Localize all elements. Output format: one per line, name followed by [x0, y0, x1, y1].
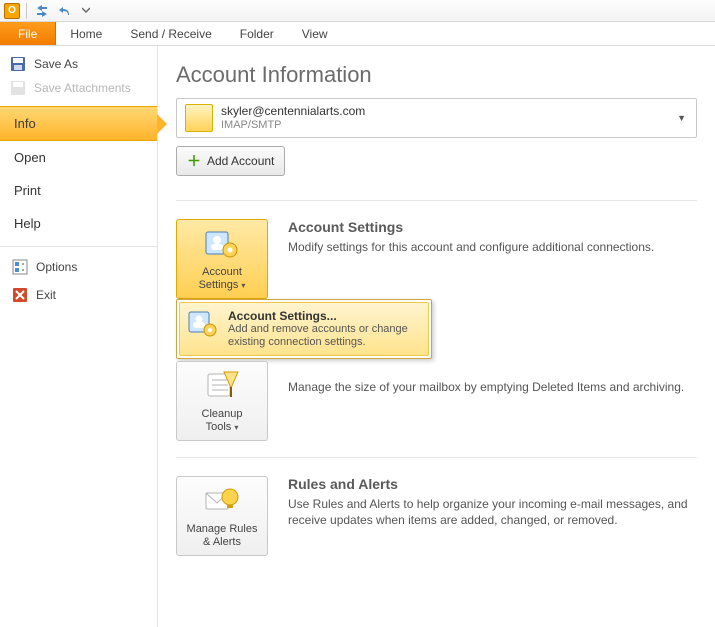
save-icon: [10, 56, 26, 72]
qat-customize-button[interactable]: [77, 2, 95, 20]
section-rules: Manage Rules & Alerts Rules and Alerts U…: [176, 476, 697, 556]
nav-save-as[interactable]: Save As: [0, 52, 157, 76]
ribbon-tabs: File Home Send / Receive Folder View: [0, 22, 715, 46]
exit-icon: [12, 287, 28, 303]
outlook-app-icon: O: [4, 3, 20, 19]
cleanup-tools-button-line2: Tools: [206, 421, 232, 433]
chevron-down-icon: ▾: [234, 423, 238, 432]
nav-exit-label: Exit: [36, 288, 56, 302]
account-settings-button-line2: Settings: [199, 279, 239, 291]
nav-item-help[interactable]: Help: [0, 207, 157, 240]
section-account-settings: Account Settings ▾ Account Settings...: [176, 219, 697, 299]
section-divider: [176, 457, 697, 458]
rules-heading: Rules and Alerts: [288, 476, 697, 492]
plus-icon: ＋: [187, 151, 201, 171]
title-bar: O: [0, 0, 715, 22]
qat-send-receive-button[interactable]: [33, 2, 51, 20]
cleanup-tools-button[interactable]: Cleanup Tools ▾: [176, 361, 268, 441]
content-pane: Account Information skyler@centennialart…: [158, 46, 715, 627]
qat-undo-button[interactable]: [55, 2, 73, 20]
attachment-icon: [10, 80, 26, 96]
account-settings-menu: Account Settings... Add and remove accou…: [176, 299, 432, 359]
account-protocol: IMAP/SMTP: [221, 118, 365, 132]
section-divider: [176, 200, 697, 201]
tab-file[interactable]: File: [0, 22, 56, 45]
account-selector-text: skyler@centennialarts.com IMAP/SMTP: [221, 104, 365, 132]
undo-icon: [57, 4, 71, 18]
nav-exit[interactable]: Exit: [0, 281, 157, 309]
cleanup-tools-icon: [204, 370, 240, 402]
account-settings-button-line1: Account: [181, 266, 263, 279]
account-settings-menu-item[interactable]: Account Settings... Add and remove accou…: [179, 302, 429, 356]
add-account-label: Add Account: [207, 154, 274, 168]
nav-options-label: Options: [36, 260, 77, 274]
backstage-nav: Save As Save Attachments Info Open Print…: [0, 46, 158, 627]
backstage: Save As Save Attachments Info Open Print…: [0, 46, 715, 627]
tab-view[interactable]: View: [288, 22, 342, 45]
tab-send-receive[interactable]: Send / Receive: [116, 22, 225, 45]
account-settings-heading: Account Settings: [288, 219, 697, 235]
manage-rules-button[interactable]: Manage Rules & Alerts: [176, 476, 268, 556]
account-folder-icon: [185, 104, 213, 132]
nav-divider: [0, 246, 157, 247]
tab-folder[interactable]: Folder: [226, 22, 288, 45]
options-icon: [12, 259, 28, 275]
manage-rules-button-line2: & Alerts: [181, 536, 263, 549]
chevron-down-icon: ▾: [241, 281, 245, 290]
account-settings-button[interactable]: Account Settings ▾: [176, 219, 268, 299]
nav-item-print[interactable]: Print: [0, 174, 157, 207]
manage-rules-button-line1: Manage Rules: [181, 523, 263, 536]
nav-options[interactable]: Options: [0, 253, 157, 281]
account-settings-icon: [204, 228, 240, 260]
account-selector[interactable]: skyler@centennialarts.com IMAP/SMTP ▼: [176, 98, 697, 138]
page-title: Account Information: [176, 62, 697, 88]
rules-body: Use Rules and Alerts to help organize yo…: [288, 496, 697, 528]
nav-save-as-label: Save As: [34, 57, 78, 71]
chevron-down-icon: [82, 7, 90, 15]
nav-item-open[interactable]: Open: [0, 141, 157, 174]
add-account-button[interactable]: ＋ Add Account: [176, 146, 285, 176]
nav-item-info[interactable]: Info: [0, 106, 157, 141]
account-settings-menu-title: Account Settings...: [228, 309, 420, 323]
nav-save-attachments-label: Save Attachments: [34, 81, 131, 95]
rules-alerts-icon: [204, 485, 240, 517]
section-cleanup: Cleanup Tools ▾ Manage the size of your …: [176, 361, 697, 441]
qat-separator: [26, 3, 27, 19]
cleanup-body: Manage the size of your mailbox by empty…: [288, 379, 697, 395]
send-receive-icon: [35, 4, 49, 18]
account-email: skyler@centennialarts.com: [221, 104, 365, 118]
cleanup-tools-button-line1: Cleanup: [181, 408, 263, 421]
chevron-down-icon: ▼: [677, 113, 686, 123]
account-settings-menu-desc: Add and remove accounts or change existi…: [228, 323, 420, 349]
account-settings-menu-icon: [188, 309, 218, 339]
tab-home[interactable]: Home: [56, 22, 116, 45]
account-settings-body: Modify settings for this account and con…: [288, 239, 697, 255]
nav-save-attachments: Save Attachments: [0, 76, 157, 100]
